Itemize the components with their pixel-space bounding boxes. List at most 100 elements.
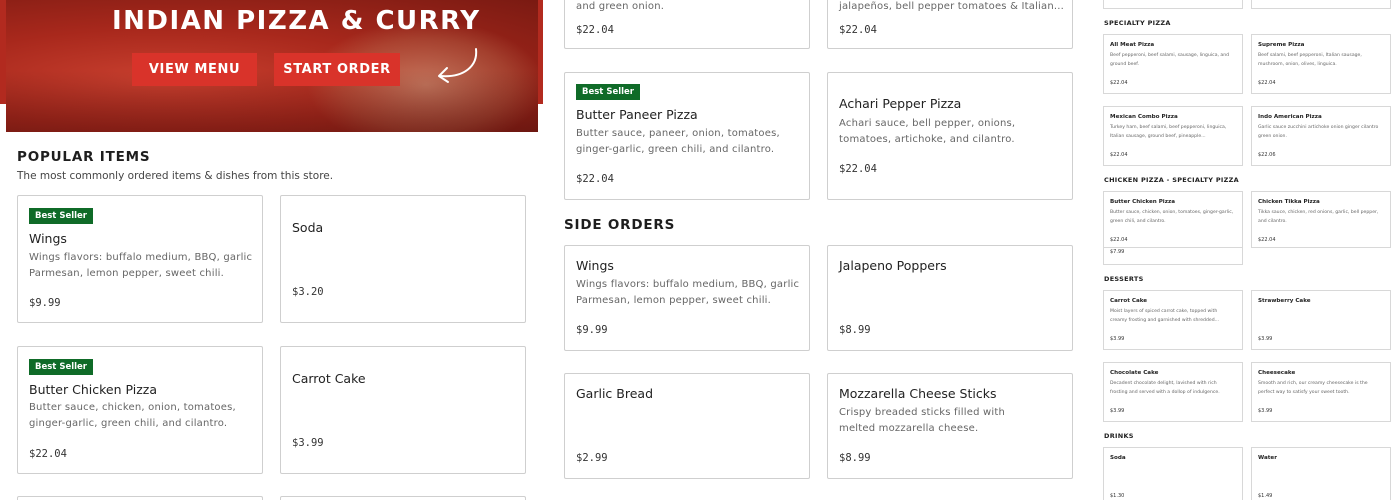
best-seller-badge: Best Seller bbox=[29, 208, 93, 224]
item-name: Butter Paneer Pizza bbox=[576, 107, 698, 122]
mini-item-price: $22.04 bbox=[1110, 80, 1128, 86]
mini-item-description: Beef pepperoni, beef salami, sausage, li… bbox=[1110, 53, 1230, 67]
mini-item-description: Smooth and rich, our creamy cheesecake i… bbox=[1258, 381, 1368, 395]
mini-item-price: $22.04 bbox=[1258, 80, 1276, 86]
mini-item-description: Tikka sauce, chicken, red onions, garlic… bbox=[1258, 210, 1379, 224]
specialty-pizza-title: SPECIALTY PIZZA bbox=[1104, 19, 1171, 27]
mini-item-name: Mexican Combo Pizza bbox=[1110, 114, 1178, 120]
menu-item-card[interactable]: Best Seller Butter Paneer Pizza Butter s… bbox=[564, 72, 810, 200]
mini-item-name: Supreme Pizza bbox=[1258, 42, 1305, 48]
mini-item-card[interactable]: Chicken Tikka Pizza Tikka sauce, chicken… bbox=[1251, 191, 1391, 248]
desserts-title: DESSERTS bbox=[1104, 275, 1144, 283]
menu-item-card[interactable]: jalapeños, bell pepper tomatoes & Italia… bbox=[827, 0, 1073, 49]
item-name: Butter Chicken Pizza bbox=[29, 382, 157, 397]
hero-title: INDIAN PIZZA & CURRY bbox=[112, 6, 481, 36]
item-description: Butter sauce, paneer, onion, tomatoes, g… bbox=[576, 128, 780, 155]
item-description: Wings flavors: buffalo medium, BBQ, garl… bbox=[29, 252, 253, 279]
popular-item-card[interactable]: Best Seller Wings Wings flavors: buffalo… bbox=[17, 195, 263, 323]
side-orders-title: SIDE ORDERS bbox=[564, 217, 676, 233]
popular-item-card[interactable]: Carrot Cake $3.99 bbox=[280, 346, 526, 474]
side-order-card[interactable]: Wings Wings flavors: buffalo medium, BBQ… bbox=[564, 245, 810, 351]
item-price: $3.99 bbox=[292, 437, 324, 449]
item-price: $22.04 bbox=[839, 163, 877, 175]
menu-item-card[interactable]: and green onion. $22.04 bbox=[564, 0, 810, 49]
mini-item-price: $3.99 bbox=[1258, 408, 1273, 414]
mini-item-card[interactable]: Mexican Combo Pizza Turkey ham, beef sal… bbox=[1103, 106, 1243, 166]
item-name: Wings bbox=[29, 231, 67, 246]
item-price: $2.99 bbox=[576, 452, 608, 464]
item-price: $22.04 bbox=[29, 448, 67, 460]
item-name: Wings bbox=[576, 258, 614, 273]
mini-item-card-partial[interactable] bbox=[1251, 0, 1391, 9]
side-order-card[interactable]: Jalapeno Poppers $8.99 bbox=[827, 245, 1073, 351]
item-name: Achari Pepper Pizza bbox=[839, 96, 962, 111]
mini-item-card[interactable]: Butter Chicken Pizza Butter sauce, chick… bbox=[1103, 191, 1243, 248]
mini-item-description: Decadent chocolate delight, lavished wit… bbox=[1110, 381, 1220, 395]
mini-item-card[interactable]: Supreme Pizza Beef salami, beef pepperon… bbox=[1251, 34, 1391, 94]
mini-item-card[interactable]: Strawberry Cake $3.99 bbox=[1251, 290, 1391, 350]
popular-item-card-partial[interactable] bbox=[280, 496, 526, 500]
item-price: $8.99 bbox=[839, 452, 871, 464]
mini-item-name: All Meat Pizza bbox=[1110, 42, 1155, 48]
item-name: Mozzarella Cheese Sticks bbox=[839, 386, 997, 401]
item-price: $8.99 bbox=[839, 324, 871, 336]
item-price: $3.20 bbox=[292, 286, 324, 298]
mini-item-card-peek[interactable]: $7.99 bbox=[1103, 248, 1243, 265]
mini-item-name: Chicken Tikka Pizza bbox=[1258, 199, 1320, 205]
mini-item-name: Soda bbox=[1110, 455, 1126, 461]
item-price: $22.04 bbox=[576, 24, 614, 36]
mini-item-description: Garlic sauce zucchini artichoke onion gi… bbox=[1258, 125, 1379, 139]
item-name: Jalapeno Poppers bbox=[839, 258, 947, 273]
mini-item-price: $22.04 bbox=[1258, 237, 1276, 243]
mini-item-name: Water bbox=[1258, 455, 1277, 461]
mini-item-name: Cheesecake bbox=[1258, 370, 1296, 376]
item-price: $22.04 bbox=[839, 24, 877, 36]
item-name: Soda bbox=[292, 220, 324, 235]
mini-item-name: Carrot Cake bbox=[1110, 298, 1148, 304]
start-order-button[interactable]: START ORDER bbox=[274, 53, 400, 86]
mini-item-price: $1.30 bbox=[1110, 493, 1125, 499]
item-description: Butter sauce, chicken, onion, tomatoes, … bbox=[29, 402, 236, 429]
mini-item-name: Chocolate Cake bbox=[1110, 370, 1159, 376]
mini-item-card-partial[interactable] bbox=[1103, 0, 1243, 9]
item-price: $9.99 bbox=[29, 297, 61, 309]
side-order-card[interactable]: Garlic Bread $2.99 bbox=[564, 373, 810, 479]
mini-item-price: $3.99 bbox=[1258, 336, 1273, 342]
mini-item-card[interactable]: Indo American Pizza Garlic sauce zucchin… bbox=[1251, 106, 1391, 166]
item-description: Crispy breaded sticks filled with melted… bbox=[839, 407, 1006, 434]
mini-item-card[interactable]: All Meat Pizza Beef pepperoni, beef sala… bbox=[1103, 34, 1243, 94]
mini-item-description: Beef salami, beef pepperoni, Italian sau… bbox=[1258, 53, 1362, 67]
item-description: Wings flavors: buffalo medium, BBQ, garl… bbox=[576, 279, 800, 306]
popular-item-card-partial[interactable] bbox=[17, 496, 263, 500]
chicken-pizza-title: CHICKEN PIZZA - SPECIALTY PIZZA bbox=[1104, 176, 1239, 184]
item-description: and green onion. bbox=[576, 1, 665, 12]
popular-item-card[interactable]: Best Seller Butter Chicken Pizza Butter … bbox=[17, 346, 263, 474]
drinks-title: DRINKS bbox=[1104, 432, 1134, 440]
view-menu-button[interactable]: VIEW MENU bbox=[132, 53, 257, 86]
mini-item-name: Strawberry Cake bbox=[1258, 298, 1311, 304]
popular-item-card[interactable]: Soda $3.20 bbox=[280, 195, 526, 323]
item-name: Carrot Cake bbox=[292, 371, 366, 386]
mini-item-card[interactable]: Soda $1.30 bbox=[1103, 447, 1243, 500]
mini-item-card[interactable]: Carrot Cake Moist layers of spiced carro… bbox=[1103, 290, 1243, 350]
best-seller-badge: Best Seller bbox=[576, 84, 640, 100]
popular-items-subtitle: The most commonly ordered items & dishes… bbox=[17, 170, 334, 182]
item-name: Garlic Bread bbox=[576, 386, 654, 401]
item-description: Achari sauce, bell pepper, onions, tomat… bbox=[839, 118, 1016, 145]
mini-item-price: $3.99 bbox=[1110, 408, 1125, 414]
mini-item-price: $7.99 bbox=[1110, 249, 1125, 255]
mini-item-card[interactable]: Chocolate Cake Decadent chocolate deligh… bbox=[1103, 362, 1243, 422]
mini-item-price: $22.04 bbox=[1110, 237, 1128, 243]
mini-item-card[interactable]: Water $1.49 bbox=[1251, 447, 1391, 500]
menu-item-card[interactable]: Achari Pepper Pizza Achari sauce, bell p… bbox=[827, 72, 1073, 200]
mini-item-name: Butter Chicken Pizza bbox=[1110, 199, 1176, 205]
mini-item-name: Indo American Pizza bbox=[1258, 114, 1322, 120]
item-price: $22.04 bbox=[576, 173, 614, 185]
mini-item-price: $22.04 bbox=[1110, 152, 1128, 158]
side-order-card[interactable]: Mozzarella Cheese Sticks Crispy breaded … bbox=[827, 373, 1073, 479]
mini-item-price: $1.49 bbox=[1258, 493, 1273, 499]
item-description: jalapeños, bell pepper tomatoes & Italia… bbox=[839, 1, 1065, 12]
mini-item-card[interactable]: Cheesecake Smooth and rich, our creamy c… bbox=[1251, 362, 1391, 422]
mini-item-description: Butter sauce, chicken, onion, tomatoes, … bbox=[1110, 210, 1234, 224]
mini-item-price: $22.06 bbox=[1258, 152, 1276, 158]
